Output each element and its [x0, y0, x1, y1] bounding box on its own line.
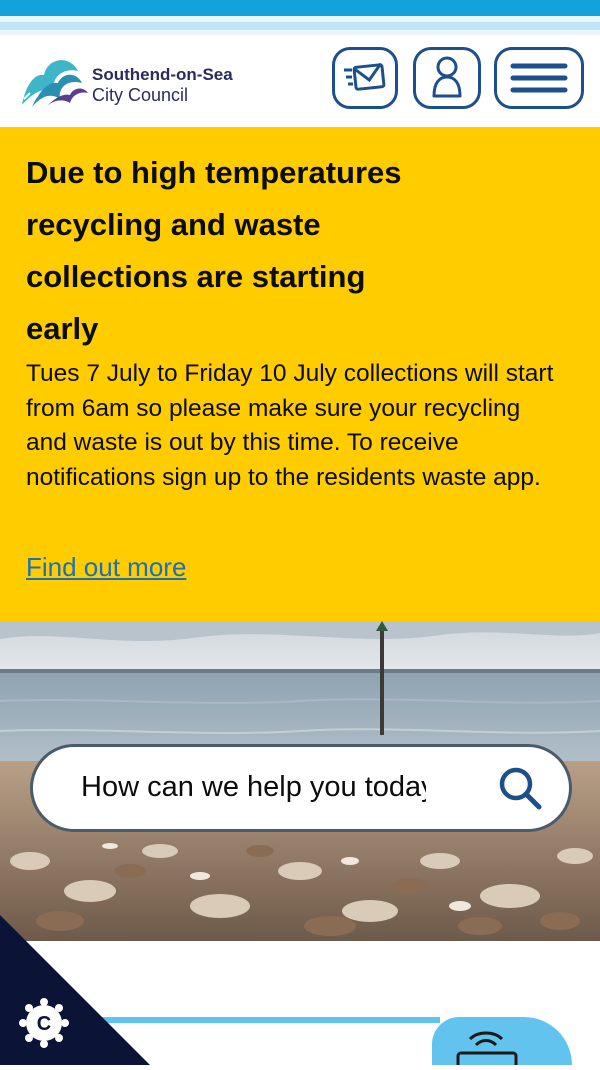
wave-logo-icon	[22, 60, 88, 107]
alert-body: Tues 7 July to Friday 10 July collection…	[26, 360, 554, 491]
search-button[interactable]	[495, 763, 545, 813]
find-out-more-link[interactable]: Find out more	[26, 552, 186, 583]
top-banner-strip	[0, 0, 600, 35]
cookie-settings-icon: C	[0, 915, 150, 1065]
device-signal-icon	[456, 1031, 518, 1065]
cookie-settings-button[interactable]: C	[0, 915, 150, 1065]
top-banner-bar	[0, 0, 600, 16]
mail-icon	[344, 62, 386, 91]
menu-icon	[510, 63, 568, 93]
alert-heading: Due to high temperatures recycling and w…	[26, 155, 402, 346]
council-logo[interactable]: Southend-on-Sea City Council	[18, 49, 268, 111]
menu-button[interactable]	[494, 47, 584, 109]
top-banner-divider	[0, 22, 600, 30]
search-input[interactable]: How can we help you today?	[81, 771, 426, 807]
logo-name-line1: Southend-on-Sea	[92, 65, 233, 84]
user-icon	[432, 56, 462, 98]
content-card-tab[interactable]	[432, 1017, 572, 1065]
site-header: Southend-on-Sea City Council	[0, 35, 600, 127]
logo-name-line2: City Council	[92, 85, 189, 105]
search-icon	[499, 767, 542, 810]
contact-button[interactable]	[332, 47, 398, 109]
svg-text:C: C	[37, 1013, 51, 1035]
account-button[interactable]	[413, 47, 481, 109]
service-alert-banner: Due to high temperatures recycling and w…	[0, 127, 600, 621]
site-search[interactable]: How can we help you today?	[30, 744, 572, 832]
